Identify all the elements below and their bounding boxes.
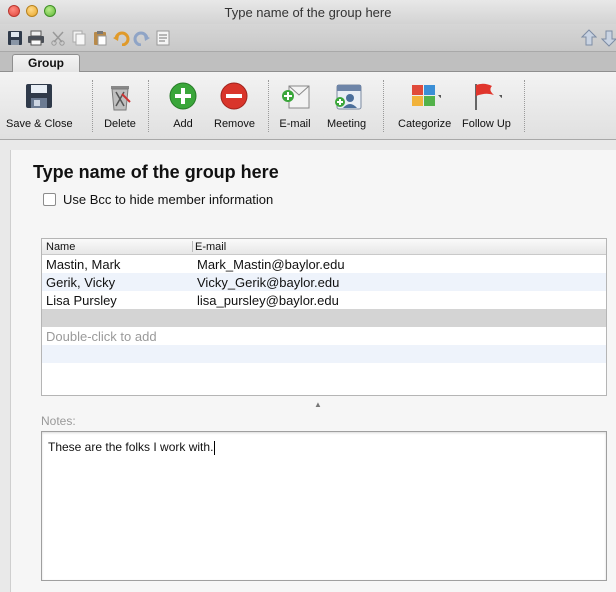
delete-button[interactable]: Delete — [104, 80, 136, 130]
meeting-button[interactable]: Meeting — [327, 80, 366, 130]
delete-label: Delete — [104, 118, 136, 130]
table-row[interactable]: Gerik, Vicky Vicky_Gerik@baylor.edu — [42, 273, 606, 291]
ribbon-tab-row: Group — [0, 52, 616, 73]
bcc-option[interactable]: Use Bcc to hide member information — [43, 192, 273, 207]
ribbon-separator — [524, 80, 525, 132]
bcc-label: Use Bcc to hide member information — [63, 192, 274, 207]
selected-empty-row[interactable] — [42, 309, 606, 327]
add-label: Add — [173, 118, 193, 130]
add-icon — [167, 80, 199, 112]
format-icon[interactable] — [154, 29, 172, 47]
up-arrow-icon[interactable] — [580, 29, 598, 47]
column-header-email[interactable]: E-mail — [195, 241, 226, 253]
member-name: Gerik, Vicky — [46, 275, 116, 290]
notes-label: Notes: — [41, 414, 76, 428]
categorize-label: Categorize — [398, 118, 452, 130]
group-name-field[interactable]: Type name of the group here — [33, 162, 279, 183]
table-row[interactable] — [42, 345, 606, 363]
add-button[interactable]: Add — [167, 80, 199, 130]
table-row[interactable]: Mastin, Mark Mark_Mastin@baylor.edu — [42, 255, 606, 273]
save-icon[interactable] — [6, 29, 24, 47]
remove-icon — [218, 80, 250, 112]
meeting-label: Meeting — [327, 118, 367, 130]
remove-label: Remove — [214, 118, 255, 130]
member-email: Vicky_Gerik@baylor.edu — [197, 275, 340, 290]
member-email: lisa_pursley@baylor.edu — [197, 293, 339, 308]
copy-icon[interactable] — [70, 29, 88, 47]
print-icon[interactable] — [27, 29, 45, 47]
add-member-row[interactable]: Double-click to add — [42, 327, 606, 345]
categorize-button[interactable]: Categorize — [398, 80, 451, 130]
email-icon — [279, 80, 311, 112]
splitter-handle-icon[interactable]: ▲ — [314, 400, 322, 409]
column-divider[interactable] — [192, 241, 193, 252]
title-bar: Type name of the group here — [0, 0, 616, 24]
ribbon-separator — [92, 80, 93, 132]
trash-icon — [104, 80, 136, 112]
notes-text: These are the folks I work with. — [48, 440, 214, 454]
quick-access-toolbar — [0, 24, 616, 52]
window-title: Type name of the group here — [224, 5, 392, 20]
save-close-button[interactable]: Save & Close — [6, 80, 73, 130]
ribbon-separator — [268, 80, 269, 132]
notes-textarea[interactable]: These are the folks I work with. — [41, 431, 607, 581]
down-arrow-icon[interactable] — [600, 29, 616, 47]
member-name: Lisa Pursley — [46, 293, 117, 308]
email-button[interactable]: E-mail — [279, 80, 311, 130]
ribbon: Save & Close Delete Add Remove E-mail Me… — [0, 72, 616, 140]
remove-button[interactable]: Remove — [214, 80, 255, 130]
add-member-hint: Double-click to add — [46, 329, 157, 344]
group-editor: Type name of the group here Use Bcc to h… — [10, 150, 616, 592]
bcc-checkbox[interactable] — [43, 193, 56, 206]
column-header-name[interactable]: Name — [46, 241, 75, 253]
tab-group[interactable]: Group — [12, 54, 80, 73]
save-close-icon — [23, 80, 55, 112]
follow-up-label: Follow Up — [462, 118, 511, 130]
email-label: E-mail — [279, 118, 311, 130]
text-caret — [214, 440, 216, 455]
table-row[interactable]: Lisa Pursley lisa_pursley@baylor.edu — [42, 291, 606, 309]
undo-icon[interactable] — [112, 29, 130, 47]
ribbon-separator — [148, 80, 149, 132]
follow-up-button[interactable]: Follow Up — [462, 80, 511, 130]
paste-icon[interactable] — [91, 29, 109, 47]
categorize-icon — [409, 80, 441, 112]
redo-icon[interactable] — [133, 29, 151, 47]
flag-icon — [470, 80, 503, 112]
member-email: Mark_Mastin@baylor.edu — [197, 257, 345, 272]
cut-icon[interactable] — [49, 29, 67, 47]
members-table-header: Name E-mail — [42, 239, 606, 255]
contact-group-window: Type name of the group here Group Save &… — [0, 0, 616, 592]
members-table: Name E-mail Mastin, Mark Mark_Mastin@bay… — [41, 238, 607, 396]
meeting-icon — [331, 80, 363, 112]
table-row[interactable] — [42, 363, 606, 381]
save-close-label: Save & Close — [6, 118, 73, 130]
member-name: Mastin, Mark — [46, 257, 121, 272]
ribbon-separator — [383, 80, 384, 132]
